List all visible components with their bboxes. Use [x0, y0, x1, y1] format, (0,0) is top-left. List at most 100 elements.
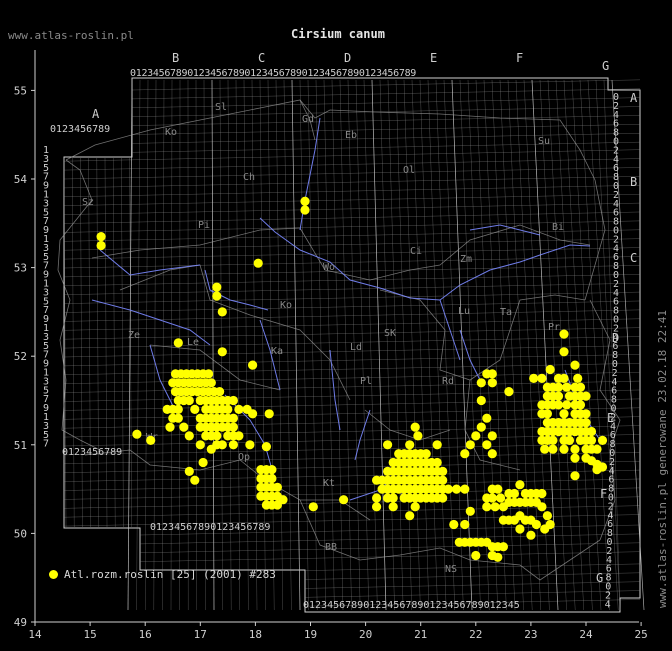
grid-line [304, 572, 641, 580]
region-code: Lu [458, 306, 470, 317]
grid-column-label: C [258, 51, 265, 65]
occurrence-point [559, 329, 569, 339]
y-tick-label: 52 [14, 350, 27, 363]
grid-line [315, 79, 326, 611]
region-code: Gd [302, 114, 314, 125]
occurrence-point [212, 431, 222, 441]
occurrence-point [504, 387, 514, 397]
grid-bottom-digits-b: 01234567890123456789 [150, 522, 270, 533]
occurrence-point [586, 426, 597, 437]
occurrence-point [438, 493, 448, 503]
occurrence-point [482, 502, 492, 512]
occurrence-point [570, 444, 580, 454]
occurrence-point [253, 258, 263, 268]
occurrence-point [575, 382, 586, 392]
occurrence-point [173, 413, 183, 423]
grid-line [323, 79, 335, 611]
rivers [91, 117, 601, 501]
occurrence-point [487, 493, 497, 503]
grid-line [299, 79, 309, 611]
grid-line [63, 478, 641, 491]
region-code: Ci [410, 246, 422, 257]
occurrence-point [515, 480, 525, 490]
grid-line [387, 79, 404, 611]
occurrence-point [248, 360, 258, 370]
occurrence-point [542, 409, 553, 419]
region-code: Zm [460, 254, 472, 265]
occurrence-point [278, 495, 288, 505]
region-code: NS [445, 564, 457, 575]
occurrence-point [443, 484, 453, 494]
y-tick-label: 55 [14, 84, 27, 97]
occurrence-point [308, 502, 318, 512]
y-tick-label: 53 [14, 262, 27, 275]
x-tick-label: 19 [304, 628, 317, 641]
occurrence-point [173, 404, 183, 414]
occurrence-point [575, 400, 586, 410]
occurrence-point [526, 530, 536, 540]
occurrence-point [592, 465, 602, 475]
region-code: Le [187, 337, 199, 348]
y-tick-label: 54 [14, 173, 28, 186]
occurrence-point [476, 422, 486, 432]
region-code: Ka [271, 346, 283, 357]
distribution-map: 01234567890123456789 01234567890123456789… [14, 50, 648, 641]
border-line [119, 264, 351, 401]
occurrence-point [173, 338, 183, 348]
occurrence-point [487, 449, 497, 459]
grid-line [88, 157, 91, 528]
grid-row-label: C [630, 251, 637, 265]
occurrence-point [165, 422, 175, 432]
occurrence-point [184, 431, 194, 441]
grid-line [63, 194, 641, 206]
grid-line [304, 563, 641, 571]
grid-line [63, 283, 641, 295]
grid-line [72, 157, 75, 528]
river-line [99, 249, 201, 276]
occurrence-point [146, 435, 156, 445]
occurrence-point [592, 444, 602, 454]
occurrence-point [410, 502, 420, 512]
occurrence-point [493, 552, 503, 562]
occurrence-point [548, 444, 558, 454]
occurrence-point [212, 282, 222, 292]
grid-line [483, 79, 507, 611]
occurrence-point [498, 542, 508, 552]
occurrence-point [460, 449, 470, 459]
occurrence-point [496, 493, 506, 503]
occurrence-point [228, 422, 238, 432]
occurrence-point [540, 524, 550, 534]
occurrence-point [388, 493, 398, 503]
occurrence-point [545, 364, 555, 375]
occurrence-point [562, 400, 572, 410]
occurrence-point [581, 409, 591, 419]
grid-line [63, 158, 641, 171]
grid-line [131, 97, 641, 108]
grid-row-label: G [596, 571, 603, 585]
grid-line [304, 590, 641, 598]
grid-top-digits: 0123456789012345678901234567890123456789… [130, 68, 416, 79]
occurrence-point [184, 395, 194, 406]
grid-line [63, 452, 641, 464]
y-tick-label: 50 [14, 527, 27, 540]
region-code: Pi [198, 220, 210, 231]
grid-line [283, 79, 292, 611]
occurrence-point [410, 422, 420, 432]
occurrence-point [487, 431, 497, 441]
grid-column-label: G [602, 59, 609, 73]
region-code: Sz [82, 197, 94, 208]
region-code: Su [538, 136, 550, 147]
occurrence-point [217, 307, 227, 317]
y-tick-label: 51 [14, 439, 27, 452]
occurrence-point [531, 519, 542, 530]
region-code: Ko [280, 300, 292, 311]
occurrence-point [184, 466, 194, 476]
occurrence-point [487, 369, 497, 379]
region-code: Op [238, 452, 250, 463]
occurrence-point [212, 291, 222, 301]
region-code: Pr [548, 322, 560, 333]
grid-major-line [371, 79, 387, 611]
occurrence-point [228, 395, 238, 406]
grid-bottom-digits: 012345678901234567890123456789012345 [303, 600, 520, 611]
occurrence-point [195, 440, 205, 450]
